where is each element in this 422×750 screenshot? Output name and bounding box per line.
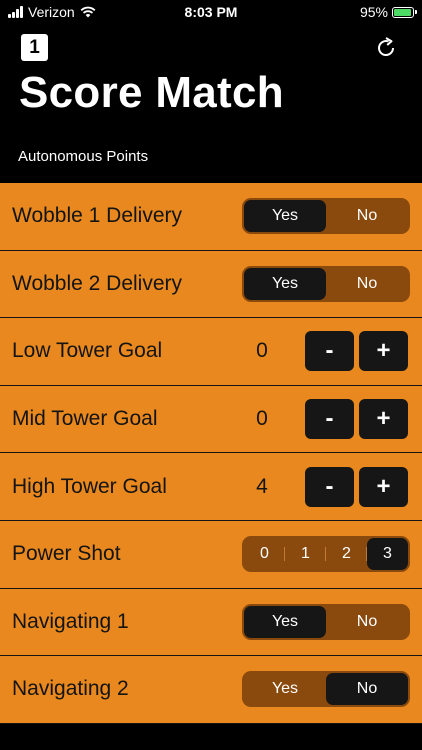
option-3[interactable]: 3 bbox=[367, 538, 408, 571]
status-time: 8:03 PM bbox=[184, 4, 238, 20]
option-2[interactable]: 2 bbox=[326, 538, 367, 570]
low-goal-decrement-button[interactable]: - bbox=[305, 331, 354, 372]
battery-status: 95% bbox=[359, 4, 417, 20]
battery-percent: 95% bbox=[359, 4, 388, 20]
navigating-2-segmented-control: Yes No bbox=[242, 671, 410, 708]
row-label: Wobble 2 Delivery bbox=[12, 271, 183, 295]
option-0[interactable]: 0 bbox=[244, 538, 285, 570]
high-goal-increment-button[interactable]: + bbox=[359, 466, 408, 507]
score-list: Wobble 1 Delivery Yes No Wobble 2 Delive… bbox=[0, 183, 422, 724]
wobble-2-segmented-control: Yes No bbox=[242, 265, 410, 302]
option-yes[interactable]: Yes bbox=[244, 200, 326, 233]
option-yes[interactable]: Yes bbox=[244, 605, 326, 638]
row-power-shot: Power Shot 0 1 2 3 bbox=[0, 520, 422, 589]
low-goal-increment-button[interactable]: + bbox=[359, 331, 408, 372]
page-title: Score Match bbox=[19, 68, 284, 117]
high-goal-count: 4 bbox=[256, 474, 268, 498]
row-label: High Tower Goal bbox=[12, 474, 167, 498]
row-label: Power Shot bbox=[12, 542, 121, 566]
row-low-tower-goal: Low Tower Goal 0 - + bbox=[0, 318, 422, 386]
row-mid-tower-goal: Mid Tower Goal 0 - + bbox=[0, 385, 422, 454]
section-header: Autonomous Points bbox=[18, 148, 149, 165]
option-no[interactable]: No bbox=[326, 606, 408, 638]
match-number-badge[interactable]: 1 bbox=[21, 34, 48, 61]
option-no[interactable]: No bbox=[326, 268, 408, 300]
row-label: Low Tower Goal bbox=[12, 339, 163, 363]
row-navigating-1: Navigating 1 Yes No bbox=[0, 588, 422, 657]
mid-goal-increment-button[interactable]: + bbox=[359, 399, 408, 440]
row-label: Wobble 1 Delivery bbox=[12, 204, 183, 228]
row-label: Navigating 2 bbox=[12, 677, 129, 701]
refresh-icon[interactable] bbox=[374, 36, 398, 60]
low-goal-count: 0 bbox=[256, 339, 268, 363]
option-no[interactable]: No bbox=[326, 200, 408, 232]
battery-level bbox=[394, 8, 412, 16]
row-label: Mid Tower Goal bbox=[12, 407, 158, 431]
navigating-1-segmented-control: Yes No bbox=[242, 603, 410, 640]
row-high-tower-goal: High Tower Goal 4 - + bbox=[0, 453, 422, 521]
option-1[interactable]: 1 bbox=[285, 538, 326, 570]
high-goal-decrement-button[interactable]: - bbox=[305, 466, 354, 507]
row-navigating-2: Navigating 2 Yes No bbox=[0, 656, 422, 724]
power-shot-segmented-control: 0 1 2 3 bbox=[242, 536, 410, 573]
option-no[interactable]: No bbox=[326, 673, 408, 706]
battery-icon bbox=[392, 6, 417, 18]
option-yes[interactable]: Yes bbox=[244, 267, 326, 300]
status-bar: Verizon 8:03 PM 95% bbox=[0, 0, 422, 24]
mid-goal-decrement-button[interactable]: - bbox=[305, 399, 354, 440]
option-yes[interactable]: Yes bbox=[244, 673, 326, 705]
row-wobble-1-delivery: Wobble 1 Delivery Yes No bbox=[0, 183, 422, 251]
mid-goal-count: 0 bbox=[256, 407, 268, 431]
wobble-1-segmented-control: Yes No bbox=[242, 198, 410, 235]
row-label: Navigating 1 bbox=[12, 609, 129, 633]
row-wobble-2-delivery: Wobble 2 Delivery Yes No bbox=[0, 250, 422, 319]
